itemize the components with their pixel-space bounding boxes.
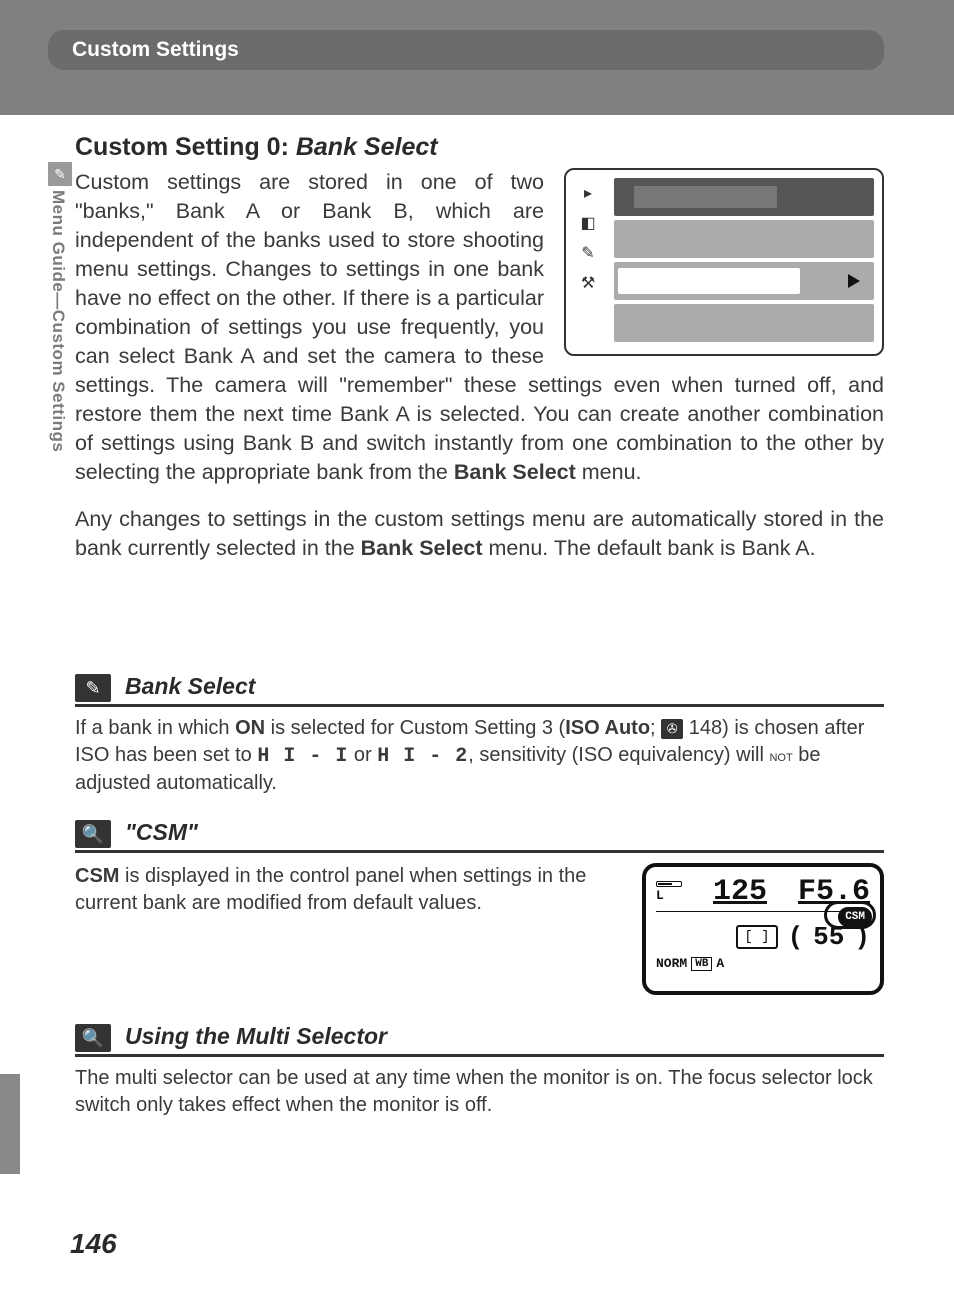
csm-bold: CSM [75, 865, 119, 887]
menu-selected-arrow-icon [848, 274, 860, 288]
menu-playback-icon: ▸ [574, 180, 602, 206]
section-title-prefix: Custom Setting 0: [75, 133, 296, 161]
nbs-d: , sensitivity (ISO equivalency) will [468, 744, 769, 766]
lcd-shutter: 125 [713, 875, 767, 909]
menu-row-selected [614, 262, 874, 300]
note-bank-select-title: Bank Select [125, 673, 255, 702]
nbs-or: or [348, 744, 377, 766]
menu-csm-icon: ✎ [574, 240, 602, 266]
intro-para1-bold: Bank Select [454, 460, 576, 484]
lcd-battery-icon [656, 881, 682, 887]
lcd-focus-area-icon: [ ] [736, 925, 777, 949]
lcd-l-icon: L [656, 888, 664, 903]
section-title-topic: Bank Select [296, 133, 438, 161]
nbs-on: ON [235, 717, 265, 739]
note-csm-body: CSM is displayed in the control panel wh… [75, 863, 622, 917]
note-bank-select-body: If a bank in which ON is selected for Cu… [75, 715, 884, 797]
note-multi-selector: 🔍 Using the Multi Selector The multi sel… [75, 1023, 884, 1119]
intro-paragraph-2: Any changes to settings in the custom se… [75, 505, 884, 563]
intro-para2-bold: Bank Select [361, 536, 483, 560]
menu-row [614, 304, 874, 342]
nbs-c: ; [650, 717, 661, 739]
menu-setup-icon: ⚒ [574, 270, 602, 296]
page-header: Custom Settings [48, 30, 884, 70]
nbs-hi1: H I - I [257, 745, 348, 768]
intro-para1-text-b: menu. [576, 460, 642, 484]
menu-illustration: ▸ ◧ ✎ ⚒ [564, 168, 884, 356]
menu-row [614, 220, 874, 258]
nbs-isoauto: ISO Auto [565, 717, 650, 739]
lcd-quality: NORM [656, 956, 687, 971]
note-ms-title: Using the Multi Selector [125, 1023, 387, 1052]
lcd-csm-badge: CSM [838, 907, 872, 927]
lcd-paren-open: ( [788, 922, 804, 952]
lcd-mode-icons: L [656, 881, 682, 903]
lcd-wb-icon: WB [691, 957, 712, 971]
section-title: Custom Setting 0: Bank Select [75, 133, 884, 162]
magnifier-icon: 🔍 [75, 820, 111, 848]
nbs-b: is selected for Custom Setting 3 ( [265, 717, 565, 739]
note-csm: 🔍 "CSM" CSM is displayed in the control … [75, 819, 884, 995]
note-bank-select: ✎ Bank Select If a bank in which ON is s… [75, 673, 884, 797]
page-number: 146 [70, 1228, 117, 1260]
menu-row-header [614, 178, 874, 216]
menu-shooting-icon: ◧ [574, 210, 602, 236]
note-ms-body: The multi selector can be used at any ti… [75, 1065, 884, 1119]
nbs-not: not [769, 748, 792, 765]
nbs-hi2: H I - 2 [377, 745, 468, 768]
magnifier-icon: 🔍 [75, 1024, 111, 1052]
lcd-wb-mode: A [716, 956, 724, 971]
note-csm-title: "CSM" [125, 819, 198, 848]
intro-para2-text-b: menu. The default bank is Bank A. [483, 536, 816, 560]
nbs-a: If a bank in which [75, 717, 235, 739]
csm-rest: is displayed in the control panel when s… [75, 865, 586, 914]
pencil-icon: ✎ [75, 674, 111, 702]
control-panel-illustration: L 125 F5.6 CSM [ ] ( 55 ) NORM WB A [642, 863, 884, 995]
page-ref-icon: ✇ [661, 719, 683, 739]
